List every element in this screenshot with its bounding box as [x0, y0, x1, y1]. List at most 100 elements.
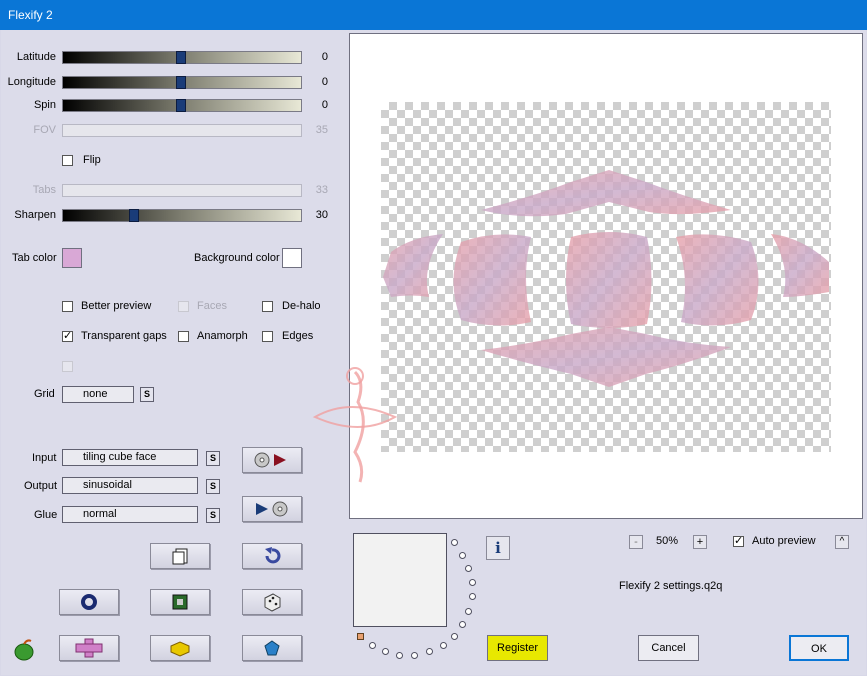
auto-preview-checkbox[interactable]: ✓ [733, 536, 744, 547]
navigator-dial-dot[interactable] [411, 652, 418, 659]
navigator-corner-handle[interactable] [357, 633, 364, 640]
navigator-dial-dot[interactable] [465, 565, 472, 572]
transparent-gaps-label: Transparent gaps [81, 330, 167, 342]
faces-checkbox [178, 301, 189, 312]
edges-label: Edges [282, 330, 314, 342]
navigator-dial-dot[interactable] [369, 642, 376, 649]
settings-filename: Flexify 2 settings.q2q [619, 580, 723, 592]
pentagon-button[interactable] [242, 635, 302, 661]
anamorph-label: Anamorph [197, 330, 248, 342]
background-color-swatch[interactable] [282, 248, 302, 268]
load-preset-button[interactable] [242, 447, 302, 473]
better-preview-checkbox[interactable] [62, 301, 73, 312]
grid-field[interactable]: none [62, 386, 134, 403]
navigator-dial-dot[interactable] [426, 648, 433, 655]
navigator-dial-dot[interactable] [440, 642, 447, 649]
navigator-dial-dot[interactable] [469, 593, 476, 600]
yellow-block-icon [170, 641, 190, 657]
ok-button[interactable]: OK [789, 635, 849, 661]
info-button[interactable]: i [486, 536, 510, 560]
frame-button[interactable] [150, 589, 210, 615]
sharpen-value[interactable]: 30 [308, 209, 328, 223]
cube-button[interactable] [150, 635, 210, 661]
de-halo-checkbox[interactable] [262, 301, 273, 312]
navigator-dial-dot[interactable] [465, 608, 472, 615]
spin-slider-thumb[interactable] [176, 99, 186, 112]
zoom-value: 50% [656, 535, 679, 547]
undo-arrow-icon [265, 547, 281, 564]
zoom-in-button[interactable]: + [693, 535, 707, 549]
fov-slider [62, 124, 302, 137]
glue-field[interactable]: normal [62, 506, 198, 523]
output-field[interactable]: sinusoidal [62, 477, 198, 494]
random-button[interactable] [242, 589, 302, 615]
tab-color-swatch[interactable] [62, 248, 82, 268]
flaming-pear-logo-icon [14, 639, 34, 661]
dice-icon [264, 593, 281, 612]
square-frame-icon [172, 594, 188, 610]
navigator-dial-dot[interactable] [459, 552, 466, 559]
navigator-dial-dot[interactable] [451, 539, 458, 546]
longitude-slider[interactable] [62, 76, 302, 89]
input-label: Input [32, 452, 57, 464]
longitude-value[interactable]: 0 [308, 76, 328, 90]
copy-pages-icon [172, 548, 188, 565]
spin-label: Spin [33, 99, 56, 111]
preview-checkerboard [381, 102, 831, 452]
extra-disabled-checkbox [62, 361, 73, 372]
fov-value: 35 [315, 124, 328, 136]
output-label: Output [24, 480, 58, 492]
better-preview-label: Better preview [81, 300, 152, 312]
disc-to-play-icon [254, 452, 286, 468]
sharpen-slider[interactable] [62, 209, 302, 222]
latitude-slider-thumb[interactable] [176, 51, 186, 64]
sharpen-label: Sharpen [14, 209, 56, 221]
transparent-gaps-checkbox[interactable]: ✓ [62, 331, 73, 342]
navigator-box[interactable] [353, 533, 447, 627]
longitude-slider-thumb[interactable] [176, 76, 186, 89]
input-field[interactable]: tiling cube face [62, 449, 198, 466]
pink-cross-icon [75, 638, 103, 658]
zoom-out-button[interactable]: - [629, 535, 643, 549]
tabs-label: Tabs [32, 184, 56, 196]
grid-label: Grid [34, 388, 55, 400]
tabs-slider [62, 184, 302, 197]
plus-button[interactable] [59, 635, 119, 661]
register-button[interactable]: Register [487, 635, 548, 661]
play-to-disc-icon [256, 501, 288, 517]
spin-slider[interactable] [62, 99, 302, 112]
de-halo-label: De-halo [282, 300, 321, 312]
flip-checkbox[interactable] [62, 155, 73, 166]
sharpen-slider-thumb[interactable] [128, 209, 139, 222]
preview-pane[interactable] [349, 33, 863, 519]
anamorph-checkbox[interactable] [178, 331, 189, 342]
ring-button[interactable] [59, 589, 119, 615]
tabs-value: 33 [315, 184, 328, 196]
grid-s-button[interactable]: S [140, 387, 154, 402]
edges-checkbox[interactable] [262, 331, 273, 342]
output-s-button[interactable]: S [206, 479, 220, 494]
save-preset-button[interactable] [242, 496, 302, 522]
pentagon-icon [264, 640, 280, 656]
navigator-dial-dot[interactable] [469, 579, 476, 586]
navigator-dial-dot[interactable] [451, 633, 458, 640]
latitude-label: Latitude [16, 51, 56, 63]
navigator-dial-dot[interactable] [396, 652, 403, 659]
input-s-button[interactable]: S [206, 451, 220, 466]
fov-label: FOV [33, 124, 56, 136]
auto-preview-label: Auto preview [752, 535, 816, 547]
cancel-button[interactable]: Cancel [638, 635, 699, 661]
latitude-value[interactable]: 0 [308, 51, 328, 65]
navigator-dial-dot[interactable] [382, 648, 389, 655]
faces-label: Faces [197, 300, 227, 312]
collapse-up-button[interactable]: ^ [835, 535, 849, 549]
watermark-stamp [312, 367, 398, 483]
navigator-dial-dot[interactable] [459, 621, 466, 628]
undo-button[interactable] [242, 543, 302, 569]
title-bar: Flexify 2 [0, 0, 867, 30]
flexified-image-preview [383, 170, 829, 387]
copy-button[interactable] [150, 543, 210, 569]
glue-s-button[interactable]: S [206, 508, 220, 523]
spin-value[interactable]: 0 [308, 99, 328, 113]
latitude-slider[interactable] [62, 51, 302, 64]
